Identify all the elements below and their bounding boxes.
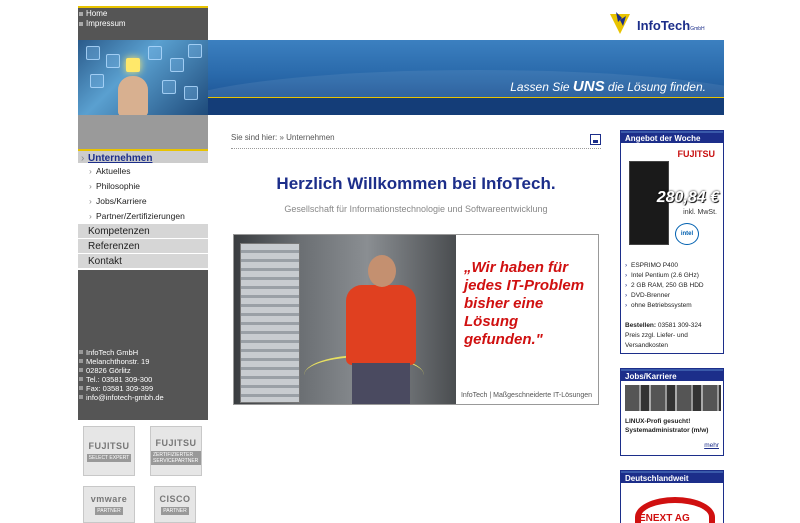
page-subtitle: Gesellschaft für Informationstechnologie… <box>284 204 548 214</box>
nav-sub-philosophie[interactable]: Philosophie <box>78 179 208 194</box>
list-item: Intel Pentium (2.6 GHz) <box>625 271 704 281</box>
offer-title: Angebot der Woche <box>621 131 723 143</box>
highlight-square-icon <box>126 58 140 72</box>
offer-price: 280,84 € <box>656 189 719 206</box>
logo-mark-icon <box>610 12 630 34</box>
hand-image <box>118 76 148 115</box>
left-hero-image <box>78 40 208 115</box>
offer-order-info: Bestellen: 03581 309-324 Preis zzgl. Lie… <box>625 321 723 351</box>
partner-logo-fujitsu-service[interactable]: FUJITSU ZERTIFIZIERTER SERVICEPARTNER <box>150 426 202 476</box>
list-item: 2 GB RAM, 250 GB HDD <box>625 281 704 291</box>
nav-sub-jobs[interactable]: Jobs/Karriere <box>78 194 208 209</box>
address-email[interactable]: info@infotech-gmbh.de <box>78 393 208 402</box>
address-phone: Tel.: 03581 309-300 <box>78 375 208 384</box>
logo-name: InfoTech <box>637 18 691 33</box>
partner-logo-vmware[interactable]: vmware PARTNER <box>83 486 135 523</box>
breadcrumb-divider <box>231 148 601 149</box>
offer-of-the-week-box[interactable]: Angebot der Woche FUJITSU 280,84 € inkl.… <box>620 130 724 354</box>
teaser-image: „Wir haben für jedes IT-Problem bisher e… <box>233 234 599 405</box>
page-title: Herzlich Willkommen bei InfoTech. <box>276 174 556 193</box>
main-navigation: Unternehmen Aktuelles Philosophie Jobs/K… <box>78 149 208 269</box>
breadcrumb: Sie sind hier: » Unternehmen <box>231 133 335 142</box>
list-item: ESPRIMO P400 <box>625 261 704 271</box>
infotech-logo[interactable]: InfoTechGmbH <box>608 6 724 38</box>
enext-logo-text: ENEXT AG <box>639 513 690 523</box>
banner-slogan: Lassen Sie UNS die Lösung finden. <box>510 78 706 95</box>
jobs-title: Jobs/Karriere <box>621 369 723 381</box>
left-column: Home Impressum Unternehmen Aktuelles Phi… <box>78 0 208 523</box>
logo-suffix: GmbH <box>690 26 705 32</box>
address-fax: Fax: 03581 309-399 <box>78 384 208 393</box>
address-company: InfoTech GmbH <box>78 348 208 357</box>
list-item: ohne Betriebssystem <box>625 301 704 311</box>
intel-logo-icon: intel <box>675 223 699 245</box>
left-strip <box>78 115 208 149</box>
product-image: FUJITSU 280,84 € inkl. MwSt. intel <box>627 147 719 247</box>
order-note: Preis zzgl. Liefer- und Versandkosten <box>625 332 688 349</box>
offer-tax-note: inkl. MwSt. <box>683 209 717 216</box>
impressum-link[interactable]: Impressum <box>78 19 208 29</box>
home-link[interactable]: Home <box>78 9 208 19</box>
jobs-text-2: Systemadministrator (m/w) <box>625 427 709 434</box>
server-rack-image <box>625 385 721 411</box>
nav-sub-partner[interactable]: Partner/Zertifizierungen <box>78 209 208 224</box>
germany-title: Deutschlandweit <box>621 471 723 483</box>
partner-logo-fujitsu-select[interactable]: FUJITSU SELECT EXPERT <box>83 426 135 476</box>
jobs-more-link[interactable]: mehr <box>704 442 719 449</box>
germany-box[interactable]: Deutschlandweit ENEXT AG <box>620 470 724 523</box>
jobs-text-1: LINUX-Profi gesucht! <box>625 418 691 425</box>
teaser-quote: „Wir haben für jedes IT-Problem bisher e… <box>464 259 585 348</box>
nav-item-kontakt[interactable]: Kontakt <box>78 254 208 269</box>
partner-logo-cisco[interactable]: CISCO PARTNER <box>154 486 196 523</box>
technician-photo <box>234 235 456 404</box>
teaser-caption: InfoTech | Maßgeschneiderte IT-Lösungen <box>460 392 592 399</box>
nav-item-referenzen[interactable]: Referenzen <box>78 239 208 254</box>
order-label: Bestellen: <box>625 322 657 329</box>
print-icon[interactable] <box>590 134 601 145</box>
nav-item-unternehmen[interactable]: Unternehmen <box>78 149 208 166</box>
address-street: Melanchthonstr. 19 <box>78 357 208 366</box>
offer-features: ESPRIMO P400 Intel Pentium (2.6 GHz) 2 G… <box>625 261 704 311</box>
top-navigation: Home Impressum <box>78 6 208 40</box>
offer-brand: FUJITSU <box>677 149 715 159</box>
header-banner: Lassen Sie UNS die Lösung finden. <box>208 40 724 115</box>
company-address: InfoTech GmbH Melanchthonstr. 19 02826 G… <box>78 348 208 402</box>
list-item: DVD-Brenner <box>625 291 704 301</box>
nav-item-kompetenzen[interactable]: Kompetenzen <box>78 224 208 239</box>
address-city: 02826 Görlitz <box>78 366 208 375</box>
order-phone: 03581 309-324 <box>657 322 702 329</box>
nav-sub-aktuelles[interactable]: Aktuelles <box>78 164 208 179</box>
jobs-box[interactable]: Jobs/Karriere LINUX-Profi gesucht! Syste… <box>620 368 724 456</box>
